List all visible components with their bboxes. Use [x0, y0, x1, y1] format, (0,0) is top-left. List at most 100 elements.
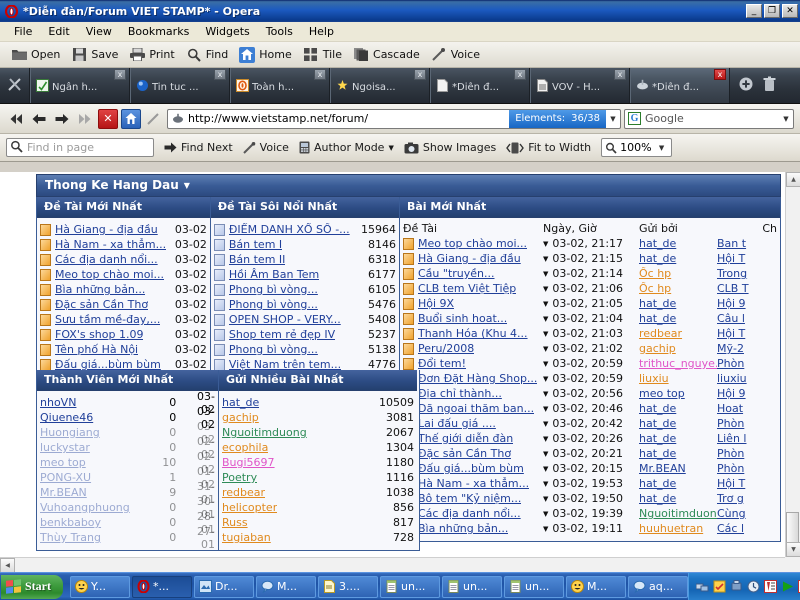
minimize-button[interactable]: _: [746, 4, 762, 18]
topic-link[interactable]: Bán tem I: [229, 238, 282, 251]
page-horizontal-scrollbar[interactable]: ◀ ▶: [0, 557, 785, 572]
portal-collapse-icon[interactable]: ▼: [184, 181, 190, 190]
poster-name-link[interactable]: helicopter: [222, 501, 277, 514]
jump-to-post-icon[interactable]: ▼: [543, 510, 548, 518]
post-topic-link[interactable]: Peru/2008: [418, 342, 474, 355]
jump-to-post-icon[interactable]: ▼: [543, 495, 548, 503]
taskbar-button[interactable]: M...: [256, 575, 316, 598]
topic-link[interactable]: Bán tem II: [229, 253, 286, 266]
post-topic-link[interactable]: Buổi sinh hoat...: [418, 312, 507, 325]
member-name-link[interactable]: nhoVN: [40, 396, 76, 409]
show-images-button[interactable]: Show Images: [404, 141, 496, 154]
search-engine-dropdown-icon[interactable]: ▼: [779, 115, 793, 123]
table-row[interactable]: Lai đấu giá .... ▼ 03-02, 20:42 hat_de Phòn: [403, 416, 777, 431]
tile-button[interactable]: Tile: [300, 45, 348, 65]
poster-name-link[interactable]: hat_de: [222, 396, 259, 409]
post-topic-link[interactable]: Đơn Đặt Hàng Shop...: [418, 372, 537, 385]
taskbar-button[interactable]: 3....: [318, 575, 378, 598]
topic-link[interactable]: Phong bì vòng...: [229, 298, 318, 311]
post-author-link[interactable]: liuxiu: [639, 372, 669, 385]
list-item[interactable]: OPEN SHOP - VERY... 5408: [213, 312, 396, 327]
menu-file[interactable]: File: [6, 23, 40, 40]
plus-circle-icon[interactable]: [738, 76, 754, 95]
clock-sync-icon[interactable]: [746, 580, 760, 594]
post-topic-link[interactable]: Dã ngoai thăm ban...: [418, 402, 534, 415]
page-vertical-scrollbar[interactable]: ▲ ▼: [785, 172, 800, 557]
post-topic-link[interactable]: Đấu giá...bùm bùm: [418, 462, 524, 475]
post-forum-link[interactable]: Hội T: [717, 327, 745, 340]
antivirus-icon[interactable]: [712, 580, 726, 594]
tab-close-icon[interactable]: x: [614, 69, 626, 80]
table-row[interactable]: Đấu giá...bùm bùm ▼ 03-02, 20:15 Mr.BEAN Phò…: [403, 461, 777, 476]
topic-link[interactable]: OPEN SHOP - VERY...: [229, 313, 341, 326]
jump-to-post-icon[interactable]: ▼: [543, 525, 548, 533]
table-row[interactable]: Hội 9X ▼ 03-02, 21:05 hat_de Hội 9: [403, 296, 777, 311]
taskbar-button[interactable]: M...: [566, 575, 626, 598]
post-author-link[interactable]: hat_de: [639, 252, 676, 265]
table-row[interactable]: Đổi tem! ▼ 03-02, 20:59 trithuc_nguye... Phò…: [403, 356, 777, 371]
tab-tin-tuc[interactable]: Tin tuc ... x: [130, 68, 230, 103]
post-author-link[interactable]: hat_de: [639, 402, 676, 415]
post-forum-link[interactable]: Mỹ-2: [717, 342, 744, 355]
table-row[interactable]: Russ 817: [222, 515, 414, 530]
list-item[interactable]: Tên phố Hà Nội 03-02: [40, 342, 207, 357]
list-item[interactable]: Shop tem rẻ đẹp IV 5237: [213, 327, 396, 342]
table-row[interactable]: Hà Nam - xa thẳm... ▼ 03-02, 19:53 hat_de Hộ…: [403, 476, 777, 491]
home-button[interactable]: Home: [236, 45, 297, 65]
post-forum-link[interactable]: Phòn: [717, 447, 744, 460]
topic-link[interactable]: Phong bì vòng...: [229, 343, 318, 356]
list-item[interactable]: Phong bì vòng... 5476: [213, 297, 396, 312]
post-author-link[interactable]: hat_de: [639, 447, 676, 460]
search-input[interactable]: G Google ▼: [624, 108, 794, 129]
post-forum-link[interactable]: Cùng: [717, 507, 746, 520]
jump-to-post-icon[interactable]: ▼: [543, 390, 548, 398]
post-author-link[interactable]: trithuc_nguye...: [639, 357, 717, 370]
post-topic-link[interactable]: Meo top chào moi...: [418, 237, 527, 250]
post-author-link[interactable]: hat_de: [639, 477, 676, 490]
poster-name-link[interactable]: gachip: [222, 411, 259, 424]
jump-to-post-icon[interactable]: ▼: [543, 240, 548, 248]
post-topic-link[interactable]: Thế giới diễn đàn: [418, 432, 513, 445]
arrow-left-icon[interactable]: [29, 109, 49, 129]
poster-name-link[interactable]: redbear: [222, 486, 265, 499]
vertical-scroll-thumb[interactable]: [786, 512, 799, 546]
list-item[interactable]: Hà Nam - xa thẳm... 03-02: [40, 237, 207, 252]
find-button[interactable]: Find: [183, 45, 235, 65]
post-topic-link[interactable]: Các địa danh nổi...: [418, 507, 521, 520]
post-topic-link[interactable]: Hội 9X: [418, 297, 454, 310]
post-author-link[interactable]: hat_de: [639, 312, 676, 325]
post-author-link[interactable]: hat_de: [639, 237, 676, 250]
url-dropdown-icon[interactable]: ▼: [606, 115, 620, 123]
post-forum-link[interactable]: liuxiu: [717, 372, 747, 385]
topic-link[interactable]: Hà Giang - địa đầu: [55, 223, 158, 236]
post-author-link[interactable]: redbear: [639, 327, 682, 340]
tab-close-icon[interactable]: x: [414, 69, 426, 80]
list-item[interactable]: Bán tem II 6318: [213, 252, 396, 267]
tab-vov[interactable]: VOV - H... x: [530, 68, 630, 103]
list-item[interactable]: Meo top chào moi... 03-02: [40, 267, 207, 282]
list-item[interactable]: Hà Giang - địa đầu 03-02: [40, 222, 207, 237]
table-row[interactable]: Nguoitimduong 2067: [222, 425, 414, 440]
print-button[interactable]: Print: [126, 45, 180, 65]
list-item[interactable]: Phong bì vòng... 6105: [213, 282, 396, 297]
tab-close-icon[interactable]: x: [114, 69, 126, 80]
post-author-link[interactable]: hat_de: [639, 297, 676, 310]
table-row[interactable]: ecophila 1304: [222, 440, 414, 455]
member-name-link[interactable]: benkbaboy: [40, 516, 101, 529]
tab-ngan-h[interactable]: Ngân h... x: [30, 68, 130, 103]
post-author-link[interactable]: Ốc hp: [639, 267, 671, 280]
author-mode-caret-icon[interactable]: ▼: [388, 144, 393, 152]
post-forum-link[interactable]: Hội T: [717, 252, 745, 265]
post-author-link[interactable]: Nguoitimduong: [639, 507, 717, 520]
member-name-link[interactable]: Vuhoangphuong: [40, 501, 130, 514]
post-forum-link[interactable]: Phòn: [717, 417, 744, 430]
list-item[interactable]: Đặc sản Cần Thơ 03-02: [40, 297, 207, 312]
poster-name-link[interactable]: tugiaban: [222, 531, 271, 544]
post-forum-link[interactable]: Ban t: [717, 237, 746, 250]
table-row[interactable]: tugiaban 728: [222, 530, 414, 545]
post-author-link[interactable]: gachip: [639, 342, 676, 355]
table-row[interactable]: hat_de 10509: [222, 395, 414, 410]
zoom-dropdown-icon[interactable]: ▼: [655, 144, 669, 152]
jump-to-post-icon[interactable]: ▼: [543, 465, 548, 473]
menu-bookmarks[interactable]: Bookmarks: [120, 23, 197, 40]
